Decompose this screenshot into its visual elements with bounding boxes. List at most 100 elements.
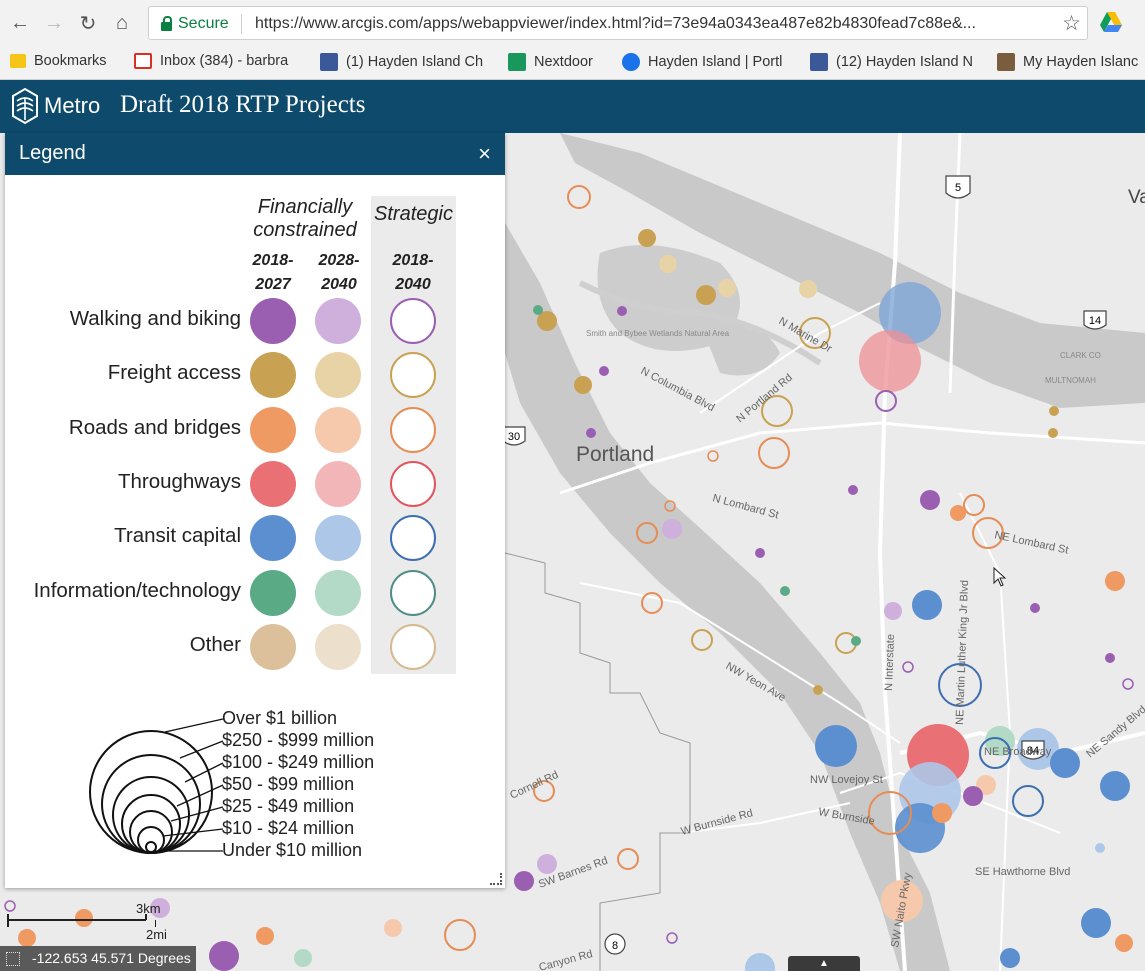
svg-text:NW Lovejoy St: NW Lovejoy St [810,774,883,786]
svg-text:5: 5 [955,182,961,194]
legend-row-label: Transit capital [114,524,241,548]
bookmarks-bar: Bookmarks Inbox (384) - barbra (1) Hayde… [0,46,1145,80]
url-text[interactable]: https://www.arcgis.com/apps/webappviewer… [255,15,1045,33]
year-col-2: 2028- 2040 [318,252,360,293]
size-legend-label: $100 - $249 million [222,752,375,772]
svg-text:NE Lombard St: NE Lombard St [993,529,1069,556]
site-icon [622,53,640,71]
swatch-2018-2027 [250,352,296,399]
size-legend-label: $50 - $99 million [222,774,355,794]
coordinate-display[interactable]: -122.653 45.571 Degrees [0,946,196,971]
legend-row-label: Freight access [107,361,241,385]
attribute-table-toggle[interactable]: ▲ [788,956,860,971]
size-legend-label: $10 - $24 million [222,818,355,838]
address-bar[interactable]: Secure https://www.arcgis.com/apps/webap… [148,6,1088,40]
swatch-strategic [390,569,436,616]
size-legend-label: $25 - $49 million [222,796,355,816]
bookmark-hayden-portal[interactable]: Hayden Island | Portl [622,53,782,71]
bookmark-facebook-2[interactable]: (12) Hayden Island N [810,53,973,71]
svg-text:SE Hawthorne Blvd: SE Hawthorne Blvd [975,866,1070,878]
swatch-2028-2040 [315,352,361,399]
swatch-2028-2040 [315,569,361,616]
svg-text:N Lombard St: N Lombard St [711,492,780,521]
legend-row-label: Walking and biking [69,307,241,330]
brand-name: Metro [44,93,101,118]
bookmark-gmail[interactable]: Inbox (384) - barbra [134,53,288,69]
bookmark-star-icon[interactable]: ☆ [1062,11,1081,36]
facebook-icon [320,53,338,71]
swatch-2028-2040 [315,623,361,670]
svg-text:8: 8 [612,940,618,952]
lock-icon [161,16,172,31]
swatch-2018-2027 [250,298,296,344]
scale-km: 3km [136,901,161,916]
swatch-2028-2040 [315,406,361,453]
swatch-2028-2040 [315,515,361,562]
svg-text:NE Sandy Blvd: NE Sandy Blvd [1084,704,1145,761]
size-legend-label: $250 - $999 million [222,730,375,750]
metro-logo-icon [12,87,38,125]
legend-row-label: Information/technology [33,578,241,602]
folder-icon [10,54,26,68]
resize-handle[interactable] [490,873,502,885]
app-title: Draft 2018 RTP Projects [120,91,366,118]
swatch-2018-2027 [250,623,296,670]
secure-indicator[interactable]: Secure [161,15,229,33]
svg-text:30: 30 [508,431,520,443]
back-icon[interactable]: ← [6,9,34,37]
legend-row-label: Roads and bridges [68,415,241,439]
legend-header: Legend × [5,133,505,175]
facebook-icon [810,53,828,71]
bookmark-facebook-1[interactable]: (1) Hayden Island Ch [320,53,483,71]
swatch-2018-2027 [250,460,296,507]
svg-text:MULTNOMAH: MULTNOMAH [1045,376,1096,385]
bookmark-folder[interactable]: Bookmarks [10,53,107,69]
svg-text:Smith and Bybee Wetlands Natur: Smith and Bybee Wetlands Natural Area [586,329,730,338]
secure-label: Secure [178,15,229,32]
svg-text:CLARK CO: CLARK CO [1060,351,1101,360]
bookmark-my-hayden[interactable]: My Hayden Islanc [997,53,1138,71]
reload-icon[interactable]: ↻ [74,9,102,37]
svg-text:NE Broadway: NE Broadway [984,746,1052,758]
swatch-strategic [390,460,436,507]
financial-header: Financially constrained [253,196,357,241]
swatch-2018-2027 [250,406,296,453]
crosshair-icon[interactable] [6,952,20,966]
google-drive-icon[interactable] [1100,12,1122,32]
nextdoor-icon [508,53,526,71]
swatch-strategic [390,623,436,670]
svg-text:Canyon Rd: Canyon Rd [538,948,594,971]
scale-bar [7,914,156,927]
svg-text:Va: Va [1128,187,1145,208]
swatch-2018-2027 [250,515,296,562]
legend-title: Legend [19,142,86,164]
legend-row-label: Throughways [117,469,241,493]
size-legend-label: Under $10 million [222,840,363,860]
swatch-2028-2040 [315,460,361,507]
svg-text:14: 14 [1089,315,1101,327]
close-icon[interactable]: × [478,141,491,167]
legend-panel[interactable]: Legend × Financially constrained Strateg… [5,133,505,888]
bookmark-nextdoor[interactable]: Nextdoor [508,53,593,71]
swatch-strategic [390,352,436,399]
svg-text:N Interstate: N Interstate [883,634,897,691]
app-header: Metro Draft 2018 RTP Projects [0,80,1145,133]
gmail-icon [134,53,152,69]
year-col-1: 2018- 2027 [252,252,294,293]
coordinate-text: -122.653 45.571 Degrees [32,950,191,966]
photo-icon [997,53,1015,71]
size-legend-circles [89,718,224,854]
mouse-cursor-icon [993,567,1007,587]
home-icon[interactable]: ⌂ [108,9,136,37]
legend-row-label: Other [189,632,241,656]
swatch-strategic [390,515,436,562]
swatch-strategic [390,406,436,453]
scale-mi: 2mi [146,927,167,942]
swatch-2028-2040 [315,298,361,344]
swatch-strategic [390,298,436,344]
forward-icon[interactable]: → [40,9,68,37]
swatch-2018-2027 [250,569,296,616]
svg-text:Portland: Portland [576,443,654,466]
svg-text:W Burnside Rd: W Burnside Rd [680,807,755,838]
size-legend-label: Over $1 billion [222,708,338,728]
